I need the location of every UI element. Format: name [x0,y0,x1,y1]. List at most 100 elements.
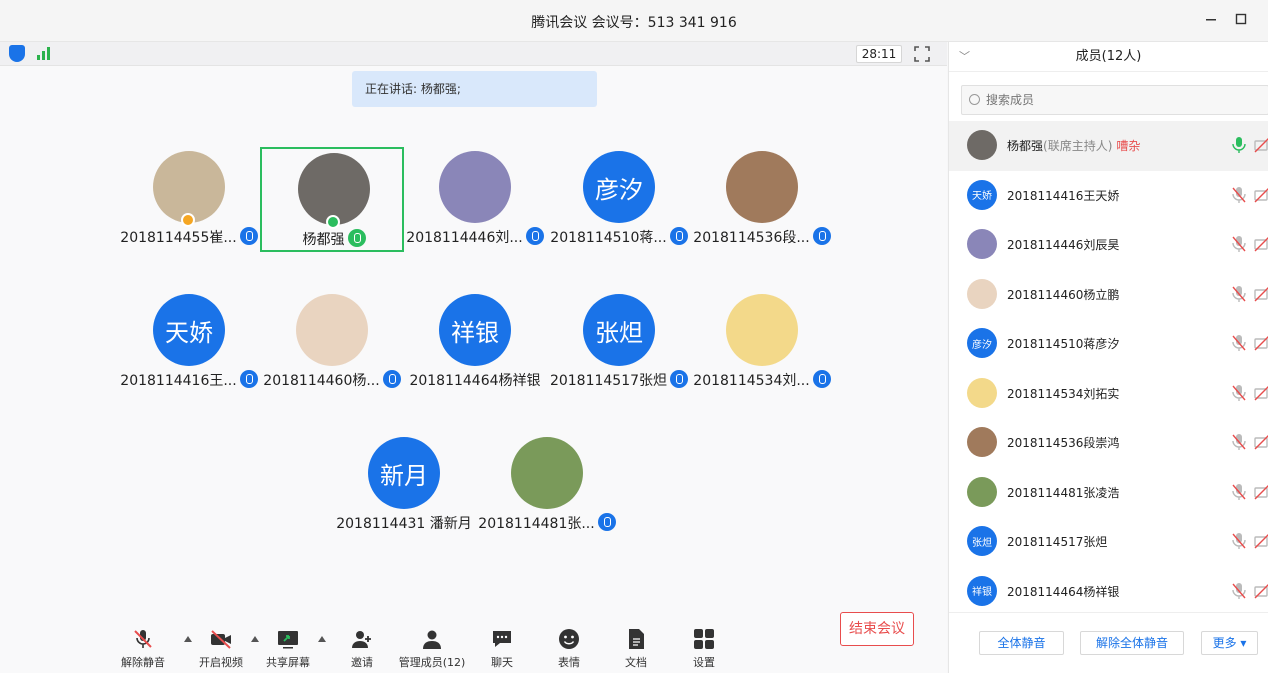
mic-status-icon [347,229,366,247]
emoji-button[interactable]: 表情 [534,626,604,670]
fullscreen-icon[interactable] [914,46,930,62]
participant-name: 2018114431 潘新月 [336,516,472,532]
collapse-chevron-icon[interactable]: ﹀ [959,42,970,72]
host-badge-icon [326,215,340,229]
participant-tile[interactable]: 2018114460杨... [260,290,404,395]
documents-button[interactable]: 文档 [601,626,671,670]
mic-off-icon[interactable] [1231,582,1247,600]
member-row[interactable]: 彦汐 2018114510蒋彦汐 [949,319,1268,369]
participant-name: 2018114481张... [465,513,629,533]
invite-button[interactable]: 邀请 [327,626,397,670]
participant-tile[interactable]: 新月 2018114431 潘新月 [332,433,476,538]
start-video-button[interactable]: 开启视频 [186,626,256,670]
window-title: 腾讯会议 会议号：513 341 916 [531,15,737,31]
camera-off-icon[interactable] [1254,285,1268,303]
more-button[interactable]: 更多 ▾ [1201,631,1258,655]
share-options-caret[interactable] [318,636,326,642]
member-role: (联席主持人) [1043,139,1113,153]
search-icon [969,94,980,105]
end-meeting-button[interactable]: 结束会议 [840,612,914,646]
participant-tile[interactable]: 2018114455崔... [117,147,261,252]
camera-off-icon[interactable] [1254,384,1268,402]
status-strip: 28:11 [0,42,947,66]
camera-off-icon[interactable] [1254,235,1268,253]
participant-tile[interactable]: 祥银 2018114464杨祥银 [403,290,547,395]
mic-status-icon [812,227,831,245]
security-shield-icon[interactable] [9,45,25,62]
member-list: 杨都强(联席主持人) 嘈杂 天娇 2018114416王天娇 2018114446刘辰昊… [949,121,1268,616]
members-icon [423,630,441,649]
participant-name: 2018114464杨祥银 [409,373,541,389]
emoji-icon [559,629,579,649]
mute-all-button[interactable]: 全体静音 [979,631,1064,655]
camera-off-icon[interactable] [1254,186,1268,204]
share-screen-icon [278,631,298,649]
camera-off-icon[interactable] [1254,582,1268,600]
camera-off-icon[interactable] [1254,334,1268,352]
maximize-button[interactable] [1230,8,1252,30]
member-row[interactable]: 杨都强(联席主持人) 嘈杂 [949,121,1268,171]
member-avatar [967,476,997,507]
participant-tile[interactable]: 2018114446刘... [403,147,547,252]
mic-off-icon[interactable] [1231,433,1247,451]
member-name: 2018114536段崇鸿 [1007,436,1120,450]
participant-tile[interactable]: 2018114534刘... [690,290,834,395]
member-name: 2018114460杨立鹏 [1007,287,1120,302]
settings-button[interactable]: 设置 [669,626,739,670]
member-row[interactable]: 2018114536段崇鸿 [949,418,1268,468]
member-name: 2018114446刘辰昊 [1007,238,1120,252]
participant-tile[interactable]: 张炟 2018114517张炟 [547,290,691,395]
camera-off-icon[interactable] [1254,532,1268,550]
members-panel-title: 成员(12人) [1075,49,1142,64]
member-name: 2018114517张炟 [1007,535,1108,549]
participant-name: 2018114510蒋... [537,227,701,247]
chat-button[interactable]: 聊天 [467,626,537,670]
maximize-icon [1235,13,1247,25]
minimize-icon [1206,19,1216,21]
member-row[interactable]: 2018114481张凌浩 [949,468,1268,518]
participant-avatar: 祥银 [439,294,511,366]
participant-tile[interactable]: 天娇 2018114416王... [117,290,261,395]
unmute-all-button[interactable]: 解除全体静音 [1080,631,1184,655]
participant-name: 2018114455崔... [107,227,271,247]
unmute-button[interactable]: 解除静音 [108,626,178,670]
participant-name: 2018114517张炟 [537,370,701,390]
camera-off-icon[interactable] [1254,433,1268,451]
signal-icon[interactable] [37,47,53,60]
mic-off-icon[interactable] [1231,285,1247,303]
member-avatar: 祥银 [967,575,997,606]
camera-off-icon[interactable] [1254,136,1268,154]
member-search-input[interactable] [986,86,1246,114]
mic-off-icon[interactable] [1231,532,1247,550]
participant-name: 2018114446刘... [393,227,557,247]
member-avatar [967,278,997,309]
participant-avatar: 天娇 [153,294,225,366]
member-search[interactable] [961,85,1268,115]
mic-on-icon[interactable] [1231,136,1247,154]
share-screen-button[interactable]: 共享屏幕 [253,626,323,670]
member-row[interactable]: 祥银 2018114464杨祥银 [949,567,1268,617]
mic-off-icon[interactable] [1231,186,1247,204]
manage-members-button[interactable]: 管理成员(12) [397,626,467,670]
meeting-timer: 28:11 [856,45,902,63]
member-row[interactable]: 2018114534刘拓实 [949,369,1268,419]
member-row[interactable]: 2018114446刘辰昊 [949,220,1268,270]
member-avatar: 彦汐 [967,328,997,358]
camera-off-icon [211,630,231,649]
mic-off-icon[interactable] [1231,483,1247,501]
member-row[interactable]: 2018114460杨立鹏 [949,270,1268,320]
mic-off-icon[interactable] [1231,334,1247,352]
host-badge-icon [181,213,195,227]
mic-off-icon[interactable] [1231,384,1247,402]
member-row[interactable]: 张炟 2018114517张炟 [949,517,1268,567]
participant-tile[interactable]: 2018114481张... [475,433,619,538]
minimize-button[interactable] [1200,8,1222,30]
member-row[interactable]: 天娇 2018114416王天娇 [949,171,1268,221]
participant-tile[interactable]: 杨都强 [260,147,404,252]
camera-off-icon[interactable] [1254,483,1268,501]
member-avatar: 张炟 [967,526,997,556]
participant-avatar [511,437,583,509]
participant-tile[interactable]: 2018114536段... [690,147,834,252]
participant-tile[interactable]: 彦汐 2018114510蒋... [547,147,691,252]
mic-off-icon[interactable] [1231,235,1247,253]
